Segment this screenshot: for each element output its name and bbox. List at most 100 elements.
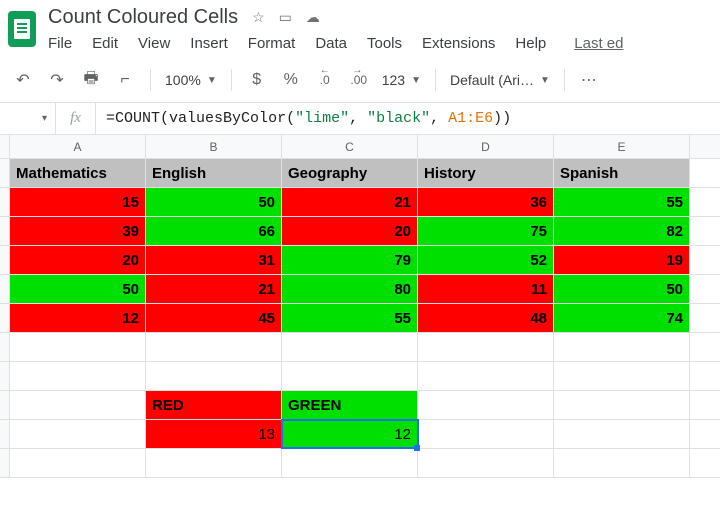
spreadsheet-grid[interactable]: A B C D E Mathematics English Geography …: [0, 135, 720, 478]
number-format-selector[interactable]: 123 ▼: [378, 72, 425, 88]
menu-insert[interactable]: Insert: [190, 35, 228, 52]
cell-E4[interactable]: 19: [554, 246, 690, 274]
row-header[interactable]: [0, 391, 10, 419]
cell-B7[interactable]: [146, 333, 282, 361]
cell-D11[interactable]: [418, 449, 554, 477]
cell-A7[interactable]: [10, 333, 146, 361]
cell-C4[interactable]: 79: [282, 246, 418, 274]
col-header-E[interactable]: E: [554, 135, 690, 158]
font-selector[interactable]: Default (Ari… ▼: [446, 72, 554, 88]
cell-B10[interactable]: 13: [146, 420, 282, 448]
cell-E3[interactable]: 82: [554, 217, 690, 245]
cell-trail[interactable]: [690, 304, 720, 332]
col-header-B[interactable]: B: [146, 135, 282, 158]
cell-trail[interactable]: [690, 420, 720, 448]
increase-decimal-button[interactable]: .00→: [344, 66, 374, 94]
cell-C2[interactable]: 21: [282, 188, 418, 216]
cell-E5[interactable]: 50: [554, 275, 690, 303]
menu-format[interactable]: Format: [248, 35, 296, 52]
row-header[interactable]: [0, 275, 10, 303]
last-edit-link[interactable]: Last ed: [574, 35, 623, 52]
name-box[interactable]: ▾: [0, 103, 56, 134]
cell-D2[interactable]: 36: [418, 188, 554, 216]
cell-D6[interactable]: 48: [418, 304, 554, 332]
cell-trail[interactable]: [690, 391, 720, 419]
cell-A1[interactable]: Mathematics: [10, 159, 146, 187]
cell-B8[interactable]: [146, 362, 282, 390]
cell-B2[interactable]: 50: [146, 188, 282, 216]
cell-B9[interactable]: RED: [146, 391, 282, 419]
row-header[interactable]: [0, 333, 10, 361]
cell-A5[interactable]: 50: [10, 275, 146, 303]
cell-B11[interactable]: [146, 449, 282, 477]
doc-title[interactable]: Count Coloured Cells: [48, 6, 238, 29]
cell-C8[interactable]: [282, 362, 418, 390]
cell-C6[interactable]: 55: [282, 304, 418, 332]
col-header-A[interactable]: A: [10, 135, 146, 158]
menu-extensions[interactable]: Extensions: [422, 35, 495, 52]
star-icon[interactable]: ☆: [252, 9, 265, 26]
cell-trail[interactable]: [690, 217, 720, 245]
menu-file[interactable]: File: [48, 35, 72, 52]
paint-format-button[interactable]: ⌐: [110, 66, 140, 94]
row-header[interactable]: [0, 159, 10, 187]
row-header[interactable]: [0, 188, 10, 216]
cell-E1[interactable]: Spanish: [554, 159, 690, 187]
row-header[interactable]: [0, 304, 10, 332]
cell-A8[interactable]: [10, 362, 146, 390]
cell-C9[interactable]: GREEN: [282, 391, 418, 419]
cell-C5[interactable]: 80: [282, 275, 418, 303]
cell-A3[interactable]: 39: [10, 217, 146, 245]
cell-A2[interactable]: 15: [10, 188, 146, 216]
cell-E7[interactable]: [554, 333, 690, 361]
cell-D8[interactable]: [418, 362, 554, 390]
cell-B1[interactable]: English: [146, 159, 282, 187]
menu-view[interactable]: View: [138, 35, 170, 52]
cell-B6[interactable]: 45: [146, 304, 282, 332]
print-button[interactable]: 🖶: [76, 66, 106, 94]
menu-data[interactable]: Data: [315, 35, 347, 52]
col-header-C[interactable]: C: [282, 135, 418, 158]
cell-E10[interactable]: [554, 420, 690, 448]
cell-C11[interactable]: [282, 449, 418, 477]
cell-C7[interactable]: [282, 333, 418, 361]
cell-trail[interactable]: [690, 449, 720, 477]
cell-C3[interactable]: 20: [282, 217, 418, 245]
formula-bar[interactable]: =COUNT(valuesByColor("lime", "black", A1…: [96, 110, 720, 127]
cell-A9[interactable]: [10, 391, 146, 419]
cell-D10[interactable]: [418, 420, 554, 448]
zoom-selector[interactable]: 100% ▼: [161, 72, 221, 88]
row-header[interactable]: [0, 217, 10, 245]
row-header[interactable]: [0, 362, 10, 390]
move-to-folder-icon[interactable]: ▭: [279, 9, 292, 26]
cell-D3[interactable]: 75: [418, 217, 554, 245]
row-header[interactable]: [0, 449, 10, 477]
cell-trail[interactable]: [690, 188, 720, 216]
cell-A11[interactable]: [10, 449, 146, 477]
cell-A6[interactable]: 12: [10, 304, 146, 332]
cell-C1[interactable]: Geography: [282, 159, 418, 187]
cell-trail[interactable]: [690, 275, 720, 303]
col-header-D[interactable]: D: [418, 135, 554, 158]
cell-trail[interactable]: [690, 246, 720, 274]
format-percent-button[interactable]: %: [276, 66, 306, 94]
cell-B3[interactable]: 66: [146, 217, 282, 245]
cell-D1[interactable]: History: [418, 159, 554, 187]
cell-D9[interactable]: [418, 391, 554, 419]
cell-E8[interactable]: [554, 362, 690, 390]
cell-D7[interactable]: [418, 333, 554, 361]
undo-button[interactable]: ↶: [8, 66, 38, 94]
cell-trail[interactable]: [690, 362, 720, 390]
cell-D4[interactable]: 52: [418, 246, 554, 274]
cell-trail[interactable]: [690, 333, 720, 361]
cell-D5[interactable]: 11: [418, 275, 554, 303]
cell-E6[interactable]: 74: [554, 304, 690, 332]
cell-A4[interactable]: 20: [10, 246, 146, 274]
cell-E2[interactable]: 55: [554, 188, 690, 216]
cell-B5[interactable]: 21: [146, 275, 282, 303]
decrease-decimal-button[interactable]: .0←: [310, 66, 340, 94]
menu-edit[interactable]: Edit: [92, 35, 118, 52]
fill-handle[interactable]: [414, 445, 420, 451]
menu-help[interactable]: Help: [515, 35, 546, 52]
cell-B4[interactable]: 31: [146, 246, 282, 274]
